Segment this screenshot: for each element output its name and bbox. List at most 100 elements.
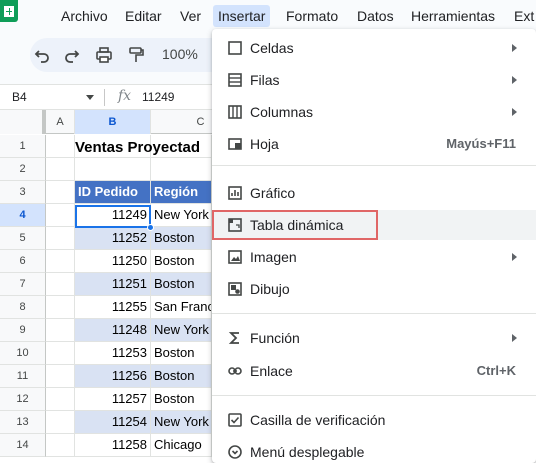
menu-item-grafico[interactable]: Gráfico: [212, 178, 536, 208]
row-header-1[interactable]: 1: [0, 135, 46, 158]
menu-insertar[interactable]: Insertar: [213, 5, 271, 27]
menu-archivo[interactable]: Archivo: [56, 5, 113, 27]
cell-b13[interactable]: 11254: [75, 411, 151, 434]
formula-input[interactable]: 11249: [142, 90, 174, 104]
cell-a6[interactable]: [46, 250, 75, 273]
cell-a2[interactable]: [46, 158, 75, 181]
cell-a10[interactable]: [46, 342, 75, 365]
sheet-icon: [228, 137, 242, 151]
menu-item-casilla[interactable]: Casilla de verificación: [212, 405, 536, 435]
print-icon[interactable]: [94, 45, 114, 65]
chevron-right-icon: [512, 108, 517, 116]
cell-a14[interactable]: [46, 434, 75, 457]
cell-c5[interactable]: Boston: [151, 227, 212, 250]
cell-a8[interactable]: [46, 296, 75, 319]
checkbox-icon: [228, 413, 242, 427]
menu-item-columnas[interactable]: Columnas: [212, 97, 536, 127]
chevron-right-icon: [512, 44, 517, 52]
menu-item-enlace[interactable]: Enlace Ctrl+K: [212, 356, 536, 386]
cell-c3[interactable]: Región: [151, 181, 212, 204]
image-icon: [228, 250, 242, 264]
cell-b2[interactable]: [75, 158, 151, 181]
name-box[interactable]: B4: [12, 90, 27, 104]
cell-b8[interactable]: 11255: [75, 296, 151, 319]
cell-a11[interactable]: [46, 365, 75, 388]
cell-b3[interactable]: ID Pedido: [75, 181, 151, 204]
cell-c8[interactable]: San Franc: [151, 296, 212, 319]
link-icon: [228, 364, 242, 378]
row-header-10[interactable]: 10: [0, 342, 46, 365]
redo-icon[interactable]: [62, 45, 82, 65]
cell-c12[interactable]: Boston: [151, 388, 212, 411]
menu-formato[interactable]: Formato: [281, 5, 343, 27]
cell-b10[interactable]: 11253: [75, 342, 151, 365]
row-header-13[interactable]: 13: [0, 411, 46, 434]
cell-b11[interactable]: 11256: [75, 365, 151, 388]
cell-c13[interactable]: New York: [151, 411, 212, 434]
menu-bar: Archivo Editar Ver Insertar Formato Dato…: [0, 0, 536, 32]
cell-b14[interactable]: 11258: [75, 434, 151, 457]
cell-a9[interactable]: [46, 319, 75, 342]
row-header-5[interactable]: 5: [0, 227, 46, 250]
menu-herramientas[interactable]: Herramientas: [406, 5, 500, 27]
cell-a5[interactable]: [46, 227, 75, 250]
column-header-b[interactable]: B: [75, 110, 151, 134]
select-all-corner[interactable]: [0, 110, 46, 134]
zoom-select[interactable]: 100%: [162, 46, 198, 62]
row-header-7[interactable]: 7: [0, 273, 46, 296]
cell-c10[interactable]: Boston: [151, 342, 212, 365]
menu-item-menu-desplegable[interactable]: Menú desplegable: [212, 437, 536, 463]
menu-item-hoja[interactable]: Hoja Mayús+F11: [212, 129, 536, 159]
menu-item-funcion[interactable]: Función: [212, 323, 536, 353]
menu-item-label: Filas: [250, 72, 280, 88]
undo-icon[interactable]: [32, 45, 52, 65]
cell-c7[interactable]: Boston: [151, 273, 212, 296]
row-header-12[interactable]: 12: [0, 388, 46, 411]
cell-a13[interactable]: [46, 411, 75, 434]
cell-a3[interactable]: [46, 181, 75, 204]
menu-datos[interactable]: Datos: [352, 5, 399, 27]
cell-a7[interactable]: [46, 273, 75, 296]
sheets-logo-icon[interactable]: [0, 0, 18, 22]
fill-handle[interactable]: [147, 224, 154, 231]
row-header-4[interactable]: 4: [0, 204, 46, 227]
menu-item-label: Columnas: [250, 104, 314, 120]
cell-b6[interactable]: 11250: [75, 250, 151, 273]
row-header-2[interactable]: 2: [0, 158, 46, 181]
cell-b12[interactable]: 11257: [75, 388, 151, 411]
menu-ver[interactable]: Ver: [175, 5, 206, 27]
cell-c4[interactable]: New York: [151, 204, 212, 227]
menu-item-celdas[interactable]: Celdas: [212, 33, 536, 63]
cell-c14[interactable]: Chicago: [151, 434, 212, 457]
cell-c11[interactable]: Boston: [151, 365, 212, 388]
cell-b5[interactable]: 11252: [75, 227, 151, 250]
cell-b7[interactable]: 11251: [75, 273, 151, 296]
cell-b4[interactable]: 11249: [75, 204, 151, 227]
menu-editar[interactable]: Editar: [120, 5, 167, 27]
paint-format-icon[interactable]: [126, 45, 146, 65]
cell-c2[interactable]: [151, 158, 212, 181]
menu-extensiones[interactable]: Ext: [509, 5, 536, 27]
title-cell[interactable]: Ventas Proyectad: [75, 136, 200, 159]
row-header-8[interactable]: 8: [0, 296, 46, 319]
chevron-right-icon: [512, 334, 517, 342]
menu-item-label: Dibujo: [250, 281, 290, 297]
cell-c6[interactable]: Boston: [151, 250, 212, 273]
chevron-right-icon: [512, 76, 517, 84]
chevron-down-icon[interactable]: [86, 95, 94, 100]
menu-item-label: Menú desplegable: [250, 444, 365, 460]
menu-item-dibujo[interactable]: Dibujo: [212, 274, 536, 304]
row-header-6[interactable]: 6: [0, 250, 46, 273]
row-header-3[interactable]: 3: [0, 181, 46, 204]
menu-item-filas[interactable]: Filas: [212, 65, 536, 95]
menu-item-imagen[interactable]: Imagen: [212, 242, 536, 272]
row-header-11[interactable]: 11: [0, 365, 46, 388]
cell-c9[interactable]: New York: [151, 319, 212, 342]
cell-a4[interactable]: [46, 204, 75, 227]
cell-a1[interactable]: [46, 135, 75, 158]
row-header-9[interactable]: 9: [0, 319, 46, 342]
cell-b9[interactable]: 11248: [75, 319, 151, 342]
column-header-a[interactable]: A: [46, 110, 75, 134]
row-header-14[interactable]: 14: [0, 434, 46, 457]
cell-a12[interactable]: [46, 388, 75, 411]
